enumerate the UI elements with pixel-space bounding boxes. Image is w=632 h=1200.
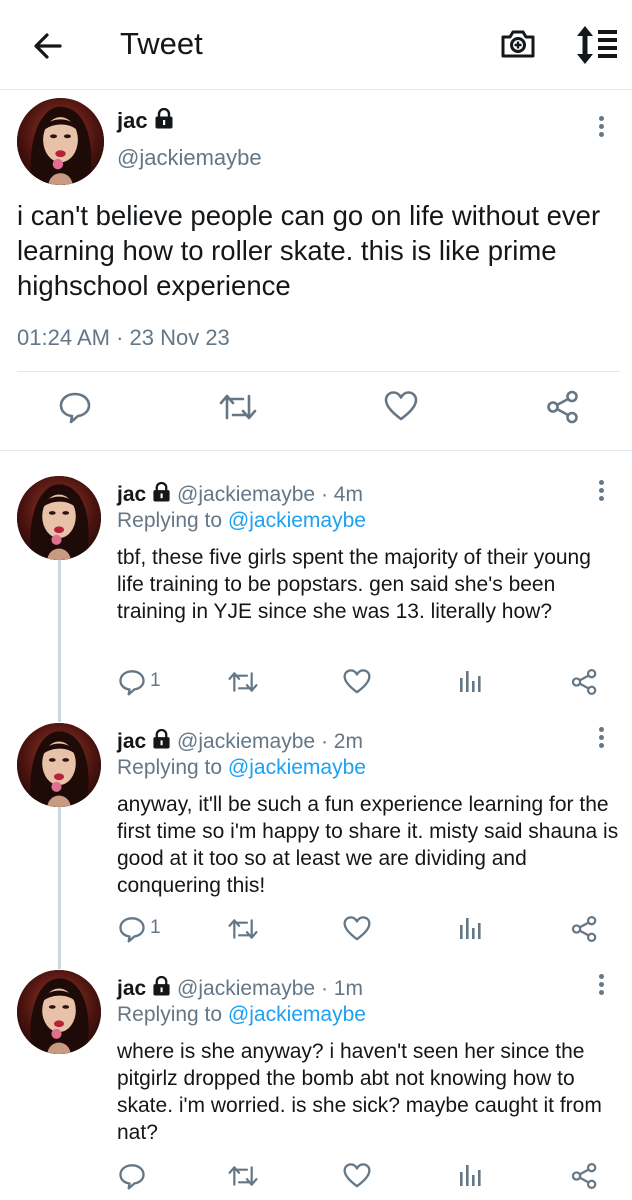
reply-header: jac @jackiemaybe · 4m: [117, 481, 363, 508]
divider: [17, 371, 620, 372]
share-icon[interactable]: [571, 1162, 598, 1195]
more-vertical-icon[interactable]: [598, 480, 606, 504]
reply-button[interactable]: 1: [118, 915, 161, 948]
reply-header: jac @jackiemaybe · 1m: [117, 975, 363, 1002]
heart-icon[interactable]: [343, 668, 371, 700]
divider: [0, 450, 632, 451]
replying-to-link[interactable]: @jackiemaybe: [228, 1003, 366, 1026]
reply-count: 1: [150, 917, 161, 938]
avatar[interactable]: [17, 723, 101, 807]
reply-icon[interactable]: [58, 390, 92, 429]
camera-plus-icon[interactable]: [498, 24, 538, 64]
tweet-text: i can't believe people can go on life wi…: [17, 200, 601, 301]
lock-icon: [152, 975, 171, 1002]
heart-icon[interactable]: [384, 390, 418, 427]
page-title: Tweet: [120, 26, 203, 61]
author-name[interactable]: jac: [117, 107, 174, 135]
avatar[interactable]: [17, 970, 101, 1054]
reply-action-bar: [0, 1162, 632, 1192]
author-handle[interactable]: @jackiemaybe: [177, 483, 315, 506]
reply-text: anyway, it'll be such a fun experience l…: [117, 793, 619, 897]
reply-action-bar: 1: [0, 668, 632, 698]
share-icon[interactable]: [571, 668, 598, 701]
analytics-icon[interactable]: [459, 668, 483, 699]
replying-to: Replying to @jackiemaybe: [117, 509, 366, 533]
lock-icon: [153, 107, 174, 135]
reply-button[interactable]: 1: [118, 668, 161, 701]
author-name[interactable]: jac: [117, 730, 146, 753]
retweet-icon[interactable]: [228, 1162, 258, 1195]
avatar[interactable]: [17, 98, 104, 185]
author-handle[interactable]: @jackiemaybe: [177, 730, 315, 753]
author-name[interactable]: jac: [117, 483, 146, 506]
replying-to-link[interactable]: @jackiemaybe: [228, 509, 366, 532]
reply-button[interactable]: [118, 1162, 146, 1195]
avatar[interactable]: [17, 476, 101, 560]
reply-text: where is she anyway? i haven't seen her …: [117, 1040, 602, 1144]
share-icon[interactable]: [546, 390, 580, 429]
retweet-icon[interactable]: [228, 668, 258, 701]
lock-icon: [152, 728, 171, 755]
replying-to: Replying to @jackiemaybe: [117, 1003, 366, 1027]
author-handle[interactable]: @jackiemaybe: [177, 977, 315, 1000]
replying-to-link[interactable]: @jackiemaybe: [228, 756, 366, 779]
reply-time: · 4m: [320, 483, 363, 506]
retweet-icon[interactable]: [228, 915, 258, 948]
reply-text: tbf, these five girls spent the majority…: [117, 546, 591, 623]
reply-time: · 2m: [320, 730, 363, 753]
tweet-timestamp: 01:24 AM · 23 Nov 23: [17, 325, 230, 350]
author-name-text: jac: [117, 108, 148, 133]
replying-to-label: Replying to: [117, 509, 228, 532]
tweet-action-bar: [0, 390, 632, 430]
analytics-icon[interactable]: [459, 915, 483, 946]
heart-icon[interactable]: [343, 915, 371, 947]
replying-to: Replying to @jackiemaybe: [117, 756, 366, 780]
replying-to-label: Replying to: [117, 1003, 228, 1026]
top-app-bar: Tweet: [0, 0, 632, 90]
retweet-icon[interactable]: [219, 390, 257, 429]
back-arrow-icon[interactable]: [28, 26, 68, 66]
author-name[interactable]: jac: [117, 977, 146, 1000]
more-vertical-icon[interactable]: [598, 974, 606, 998]
lock-icon: [152, 481, 171, 508]
reply-action-bar: 1: [0, 915, 632, 945]
reply-header: jac @jackiemaybe · 2m: [117, 728, 363, 755]
more-vertical-icon[interactable]: [598, 727, 606, 751]
author-handle[interactable]: @jackiemaybe: [117, 145, 262, 171]
reply-count: 1: [150, 670, 161, 691]
share-icon[interactable]: [571, 915, 598, 948]
replying-to-label: Replying to: [117, 756, 228, 779]
reply-time: · 1m: [320, 977, 363, 1000]
heart-icon[interactable]: [343, 1162, 371, 1194]
analytics-icon[interactable]: [459, 1162, 483, 1193]
sort-icon[interactable]: [574, 24, 620, 66]
more-vertical-icon[interactable]: [598, 116, 606, 140]
